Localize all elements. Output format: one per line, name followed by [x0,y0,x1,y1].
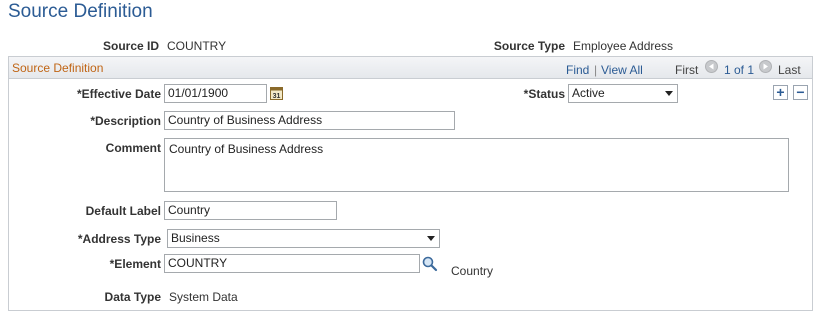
address-type-value: Business [171,231,220,245]
effective-date-field[interactable]: 01/01/1900 [164,84,267,103]
add-row-button[interactable]: + [773,85,788,100]
comment-textarea[interactable]: Country of Business Address [164,138,789,192]
element-field[interactable]: COUNTRY [164,254,420,273]
row-position: 1 of 1 [724,63,755,77]
panel-header: Source Definition Find | View All First … [9,57,812,79]
previous-row-button[interactable] [705,60,718,73]
svg-text:31: 31 [273,93,281,100]
magnifier-icon-svg [422,256,438,272]
source-type-value: Employee Address [573,39,674,53]
nav-separator: | [594,63,598,77]
first-label: First [675,63,699,77]
element-label: *Element [109,257,161,271]
description-label: *Description [90,114,161,128]
default-label-label: Default Label [85,204,161,218]
source-id-label: Source ID [102,39,159,53]
calendar-icon[interactable]: 31 [270,86,283,100]
next-row-button[interactable] [759,60,772,73]
effective-date-label: *Effective Date [76,87,161,101]
status-value: Active [572,86,605,100]
data-type-value: System Data [169,290,238,304]
address-type-label: *Address Type [77,232,161,246]
element-description: Country [451,264,494,278]
chevron-down-icon [665,91,673,96]
status-label: *Status [523,87,565,101]
find-link[interactable]: Find [566,62,589,78]
source-id-value: COUNTRY [167,39,227,53]
comment-label: Comment [105,141,161,155]
chevron-down-icon [427,236,435,241]
view-all-link[interactable]: View All [601,62,643,78]
calendar-icon-svg: 31 [270,87,283,100]
triangle-right-icon [763,63,768,70]
status-select[interactable]: Active [568,84,678,103]
source-type-label: Source Type [493,39,565,53]
delete-row-button[interactable]: − [793,85,808,100]
page-title: Source Definition [8,1,153,22]
default-label-field[interactable]: Country [164,201,337,220]
last-label: Last [778,63,801,77]
triangle-left-icon [709,63,714,70]
magnifier-icon[interactable] [421,255,438,272]
address-type-select[interactable]: Business [167,229,440,248]
description-field[interactable]: Country of Business Address [164,111,455,130]
panel-title: Source Definition [12,61,104,75]
data-type-label: Data Type [104,290,161,304]
